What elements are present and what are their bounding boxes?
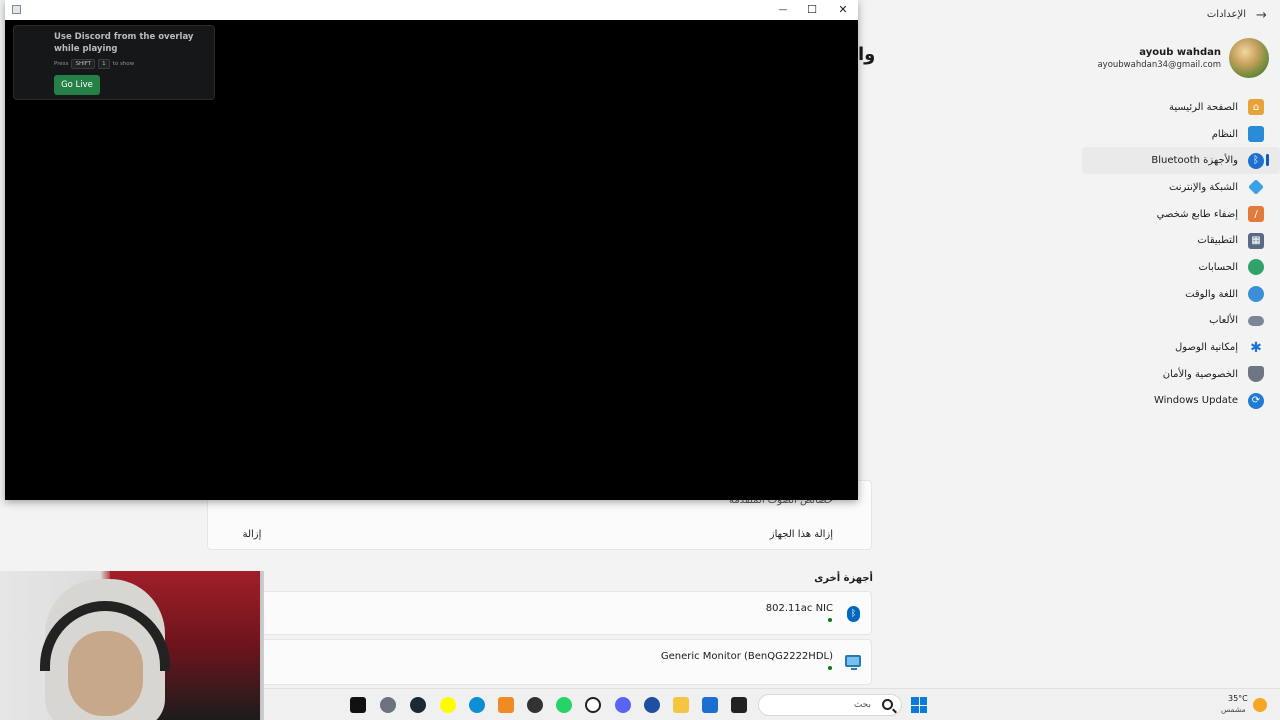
nav-label: الصفحة الرئيسية <box>1169 101 1238 113</box>
nav-item-privacy[interactable]: الخصوصية والأمان <box>1080 361 1280 388</box>
brush-icon: / <box>1248 206 1264 223</box>
accessibility-icon: ✱ <box>1250 339 1262 356</box>
chatgpt-icon[interactable] <box>585 697 601 713</box>
snapchat-icon[interactable] <box>440 697 456 713</box>
chess-icon[interactable] <box>527 697 543 713</box>
search-icon <box>882 699 893 710</box>
nav-label: الألعاب <box>1209 315 1238 327</box>
globe-icon <box>1248 286 1264 303</box>
webcam-feed <box>0 571 264 720</box>
edge-icon[interactable] <box>469 697 485 713</box>
back-arrow-icon[interactable]: → <box>1256 9 1270 23</box>
windows-start-icon[interactable] <box>911 697 927 713</box>
nav-label: التطبيقات <box>1197 235 1238 247</box>
device-name: 802.11ac NIC <box>765 603 833 614</box>
profile-name: ayoub wahdan <box>1139 47 1221 58</box>
overlay-title: Use Discord from the overlay while playi… <box>54 32 194 54</box>
home-icon: ⌂ <box>1248 99 1264 116</box>
whatsapp-icon[interactable] <box>556 697 572 713</box>
nav-label: إضفاء طابع شخصي <box>1156 208 1238 220</box>
hint-press: Press <box>54 61 69 67</box>
nav-label: الحسابات <box>1198 261 1239 273</box>
vpn-icon[interactable] <box>644 697 660 713</box>
update-icon: ⟳ <box>1248 392 1264 409</box>
avatar[interactable] <box>1229 38 1269 78</box>
skate-icon[interactable] <box>350 697 366 713</box>
page-title: وا <box>858 44 876 65</box>
weather-description[interactable]: مشمس <box>1221 705 1246 714</box>
nav-label: النظام <box>1211 128 1238 140</box>
bluetooth-icon: ᛒ <box>847 606 860 622</box>
terminal-icon[interactable] <box>731 697 747 713</box>
network-icon <box>1248 179 1264 196</box>
device-row[interactable] <box>207 639 872 685</box>
monitor-icon <box>845 655 861 670</box>
nav-label: الشبكة والإنترنت <box>1168 181 1238 193</box>
discord-icon[interactable] <box>615 697 631 713</box>
nav-label: الخصوصية والأمان <box>1162 368 1238 380</box>
kbd-shift: SHIFT <box>71 59 96 69</box>
taskbar: بحث 35°C مشمس <box>264 688 1280 720</box>
system-icon <box>1248 126 1264 143</box>
weather-temperature[interactable]: 35°C <box>1228 694 1248 703</box>
settings-title: الإعدادات <box>1206 9 1246 20</box>
settings-nav: ⌂ الصفحة الرئيسية النظام ᛒ Bluetooth وال… <box>1080 94 1280 414</box>
store-icon[interactable] <box>702 697 718 713</box>
steam-icon[interactable] <box>410 697 426 713</box>
game-window[interactable]: — ☐ ✕ Use Discord from the overlay while… <box>5 0 858 500</box>
nav-label: Bluetooth والأجهزة <box>1151 155 1238 167</box>
fl-icon[interactable] <box>498 697 514 713</box>
remove-button[interactable]: إزالة <box>237 526 267 544</box>
apps-icon: ▦ <box>1248 232 1264 249</box>
remove-device-label: إزالة هذا الجهاز <box>769 529 833 540</box>
profile-email: ayoubwahdan34@gmail.com <box>1097 60 1221 70</box>
nav-item-accounts[interactable]: الحسابات <box>1080 254 1280 281</box>
search-placeholder: بحث <box>853 700 871 710</box>
minimize-button[interactable]: — <box>768 0 798 20</box>
folder-icon[interactable] <box>673 697 689 713</box>
maximize-button[interactable]: ☐ <box>797 0 827 20</box>
nav-item-apps[interactable]: ▦ التطبيقات <box>1080 227 1280 254</box>
status-dot <box>828 666 832 670</box>
accounts-icon <box>1248 259 1264 276</box>
hint-to-show: to show <box>112 61 135 67</box>
nav-item-windows-update[interactable]: ⟳ Windows Update <box>1080 388 1280 415</box>
device-name: Generic Monitor (BenQG2222HDL) <box>660 651 833 662</box>
go-live-button[interactable]: Go Live <box>54 75 100 95</box>
bluetooth-icon: ᛒ <box>1248 152 1264 169</box>
app-icon <box>12 5 21 14</box>
discord-overlay-card: Use Discord from the overlay while playi… <box>13 25 215 100</box>
nav-label: اللغة والوقت <box>1185 288 1238 300</box>
nav-item-network[interactable]: الشبكة والإنترنت <box>1080 174 1280 201</box>
nav-item-bluetooth[interactable]: ᛒ Bluetooth والأجهزة <box>1082 147 1280 175</box>
other-devices-heading: أجهزة أخرى <box>814 573 873 584</box>
close-button[interactable]: ✕ <box>828 0 858 20</box>
window-titlebar[interactable]: — ☐ ✕ <box>5 0 858 20</box>
nav-item-gaming[interactable]: الألعاب <box>1080 308 1280 335</box>
nav-item-personalization[interactable]: / إضفاء طابع شخصي <box>1080 201 1280 228</box>
nav-item-accessibility[interactable]: ✱ إمكانية الوصول <box>1080 334 1280 361</box>
taskbar-search[interactable]: بحث <box>758 694 902 716</box>
nav-item-home[interactable]: ⌂ الصفحة الرئيسية <box>1080 94 1280 121</box>
overlay-hint: Press SHIFT 1 to show <box>54 59 134 69</box>
nav-label: إمكانية الوصول <box>1175 342 1238 354</box>
nav-item-system[interactable]: النظام <box>1080 121 1280 148</box>
sun-icon[interactable] <box>1253 698 1267 712</box>
nav-item-language[interactable]: اللغة والوقت <box>1080 281 1280 308</box>
settings-icon[interactable] <box>380 697 396 713</box>
shield-icon <box>1248 366 1264 383</box>
gamepad-icon <box>1248 315 1264 326</box>
nav-label: Windows Update <box>1153 395 1238 407</box>
status-dot <box>828 618 832 622</box>
kbd-1: 1 <box>98 59 110 69</box>
